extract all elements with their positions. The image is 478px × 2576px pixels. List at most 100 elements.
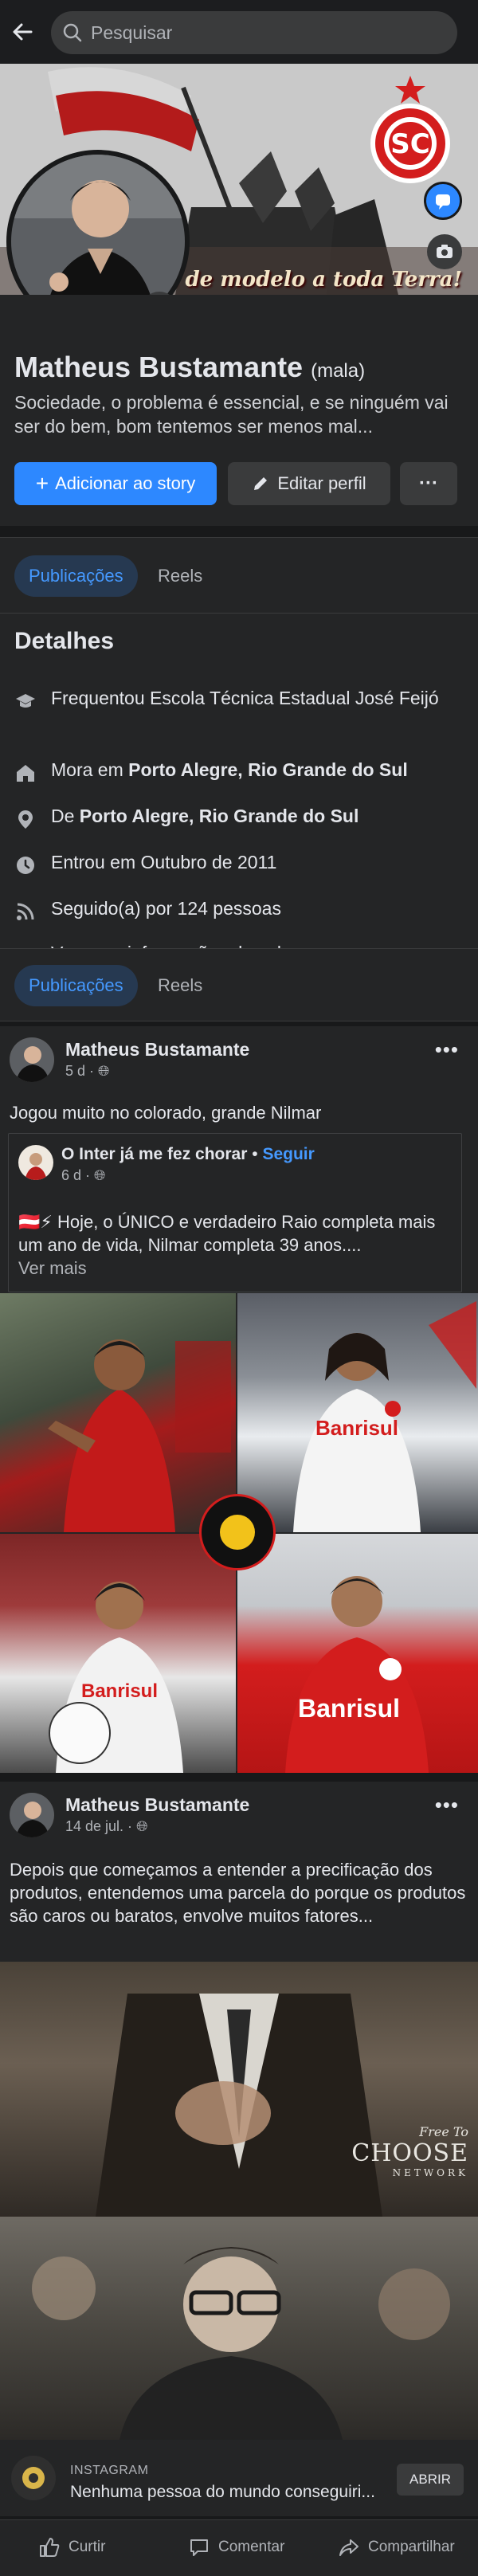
post-photo-2[interactable]: Banrisul bbox=[237, 1293, 478, 1532]
follow-button[interactable]: Seguir bbox=[262, 1145, 314, 1163]
comment-button[interactable]: Comentar bbox=[188, 2536, 284, 2558]
post-card: Matheus Bustamante 14 de jul. · 🌐︎ ••• D… bbox=[0, 1782, 478, 1962]
svg-text:SC: SC bbox=[390, 128, 429, 160]
detail-from-city[interactable]: Porto Alegre, Rio Grande do Sul bbox=[80, 806, 359, 826]
detail-lives-in-prefix: Mora em bbox=[51, 759, 129, 780]
detail-joined-text: Entrou em Outubro de 2011 bbox=[51, 852, 277, 872]
edit-cover-button[interactable] bbox=[427, 234, 462, 269]
shared-post-time[interactable]: 6 d · bbox=[61, 1167, 90, 1183]
page-avatar-image bbox=[18, 1145, 53, 1180]
details-title: Detalhes bbox=[14, 628, 115, 654]
video-watermark: Free To CHOOSE NETWORK bbox=[351, 2124, 468, 2178]
shared-post-meta: 6 d · 🌐︎ bbox=[61, 1167, 105, 1184]
fan-page-badge bbox=[199, 1494, 276, 1570]
post-photo-1[interactable] bbox=[0, 1293, 236, 1532]
post-time[interactable]: 14 de jul. · bbox=[65, 1818, 132, 1834]
search-icon bbox=[63, 23, 82, 42]
detail-followers-text: Seguido(a) por 124 pessoas bbox=[51, 898, 281, 919]
tab-posts-label: Publicações bbox=[29, 566, 123, 586]
profile-more-button[interactable]: ··· bbox=[400, 462, 457, 505]
post-author-name[interactable]: Matheus Bustamante bbox=[65, 1794, 249, 1816]
see-more-link[interactable]: Ver mais bbox=[18, 1257, 455, 1280]
like-label: Curtir bbox=[69, 2539, 106, 2555]
post-photo-4[interactable]: Banrisul bbox=[237, 1534, 478, 1773]
profile-header: Matheus Bustamante (mala) Sociedade, o p… bbox=[0, 295, 478, 526]
post-time[interactable]: 5 d · bbox=[65, 1063, 94, 1079]
add-story-label: Adicionar ao story bbox=[55, 473, 196, 493]
comment-icon bbox=[190, 2539, 208, 2556]
profile-tabs: Publicações Reels bbox=[0, 537, 478, 614]
share-button[interactable]: Compartilhar bbox=[338, 2536, 455, 2558]
shared-post-text: 🇦🇹⚡ Hoje, o ÚNICO e verdadeiro Raio comp… bbox=[18, 1210, 455, 1280]
tab-reels[interactable]: Reels bbox=[143, 555, 217, 597]
post-options-button[interactable]: ••• bbox=[435, 1793, 459, 1817]
edit-profile-button[interactable]: Editar perfil bbox=[228, 462, 390, 505]
watermark-small: Free To bbox=[419, 2124, 468, 2139]
profile-name: Matheus Bustamante (mala) bbox=[14, 351, 365, 384]
instagram-ad-card[interactable]: INSTAGRAM Nenhuma pessoa do mundo conseg… bbox=[0, 2440, 478, 2516]
open-button[interactable]: ABRIR bbox=[397, 2464, 464, 2496]
detail-from: De Porto Alegre, Rio Grande do Sul bbox=[0, 805, 478, 830]
tab-posts-sticky-label: Publicações bbox=[29, 975, 123, 995]
profile-bio: Sociedade, o problema é essencial, e se … bbox=[14, 392, 449, 437]
post-text: Depois que começamos a entender a precif… bbox=[10, 1860, 466, 1926]
post-author-avatar[interactable] bbox=[10, 1037, 54, 1082]
post-video[interactable]: Free To CHOOSE NETWORK bbox=[0, 1962, 478, 2217]
shared-post[interactable]: O Inter já me fez chorar • Seguir 6 d · … bbox=[8, 1133, 462, 1292]
watermark-big: CHOOSE bbox=[351, 2139, 468, 2167]
search-placeholder: Pesquisar bbox=[91, 22, 173, 43]
shared-page-avatar[interactable] bbox=[18, 1145, 53, 1180]
shared-page-name[interactable]: O Inter já me fez chorar bbox=[61, 1145, 247, 1163]
detail-lives-in: Mora em Porto Alegre, Rio Grande do Sul bbox=[0, 759, 478, 784]
post-meta: 5 d · 🌐︎ bbox=[65, 1063, 109, 1080]
detail-lives-in-city[interactable]: Porto Alegre, Rio Grande do Sul bbox=[128, 759, 408, 780]
shared-page-header: O Inter já me fez chorar • Seguir bbox=[61, 1145, 315, 1164]
back-button[interactable] bbox=[0, 0, 45, 64]
back-arrow-icon bbox=[13, 23, 33, 41]
detail-lives-in-text: Mora em Porto Alegre, Rio Grande do Sul bbox=[51, 759, 449, 784]
home-icon bbox=[17, 765, 34, 782]
camera-icon bbox=[437, 245, 453, 258]
post-photo-3[interactable]: Banrisul bbox=[0, 1534, 236, 1773]
tab-reels-sticky[interactable]: Reels bbox=[143, 965, 217, 1006]
thumbs-up-icon bbox=[40, 2538, 60, 2557]
top-bar: Pesquisar bbox=[0, 0, 478, 64]
post-author-name[interactable]: Matheus Bustamante bbox=[65, 1039, 249, 1061]
flag-lightning-emoji: 🇦🇹⚡ bbox=[18, 1212, 53, 1232]
plus-icon: + bbox=[35, 471, 49, 496]
chat-icon bbox=[436, 194, 450, 210]
comment-label: Comentar bbox=[218, 2539, 285, 2555]
tab-posts-sticky[interactable]: Publicações bbox=[14, 965, 138, 1006]
player-red-kit-image: Banrisul bbox=[285, 1576, 429, 1773]
tab-posts[interactable]: Publicações bbox=[14, 555, 138, 597]
post-text: Jogou muito no colorado, grande Nilmar bbox=[10, 1103, 322, 1123]
share-label: Compartilhar bbox=[368, 2539, 455, 2555]
avatar-photo bbox=[10, 1793, 54, 1837]
video-frame-image bbox=[96, 1994, 382, 2217]
globe-icon: 🌐︎ bbox=[136, 1818, 148, 1834]
post-meta: 14 de jul. · 🌐︎ bbox=[65, 1818, 147, 1835]
details-section: Detalhes Frequentou Escola Técnica Estad… bbox=[0, 614, 478, 953]
globe-icon: 🌐︎ bbox=[98, 1063, 110, 1079]
ad-source: INSTAGRAM bbox=[70, 2464, 149, 2477]
like-button[interactable]: Curtir bbox=[38, 2536, 105, 2558]
clock-icon bbox=[17, 857, 34, 874]
separator-dot: • bbox=[252, 1145, 258, 1163]
search-input[interactable]: Pesquisar bbox=[51, 11, 457, 54]
location-pin-icon bbox=[18, 810, 33, 829]
tab-reels-label: Reels bbox=[158, 566, 203, 586]
player-ball-image: Banrisul bbox=[49, 1582, 183, 1773]
shared-post-body: Hoje, o ÚNICO e verdadeiro Raio completa… bbox=[18, 1212, 436, 1255]
tab-reels-sticky-label: Reels bbox=[158, 975, 203, 995]
badge-inner-icon bbox=[220, 1515, 255, 1550]
detail-from-prefix: De bbox=[51, 806, 80, 826]
post-author-avatar[interactable] bbox=[10, 1793, 54, 1837]
post-options-button[interactable]: ••• bbox=[435, 1037, 459, 1062]
player-celebration-image bbox=[48, 1339, 231, 1532]
edit-profile-label: Editar perfil bbox=[277, 473, 366, 493]
add-story-button[interactable]: + Adicionar ao story bbox=[14, 462, 217, 505]
ellipsis-icon: ··· bbox=[419, 472, 438, 494]
post-video-second-frame[interactable] bbox=[0, 2217, 478, 2440]
player-white-kit-image: Banrisul bbox=[293, 1301, 476, 1532]
messenger-button[interactable] bbox=[424, 182, 462, 220]
